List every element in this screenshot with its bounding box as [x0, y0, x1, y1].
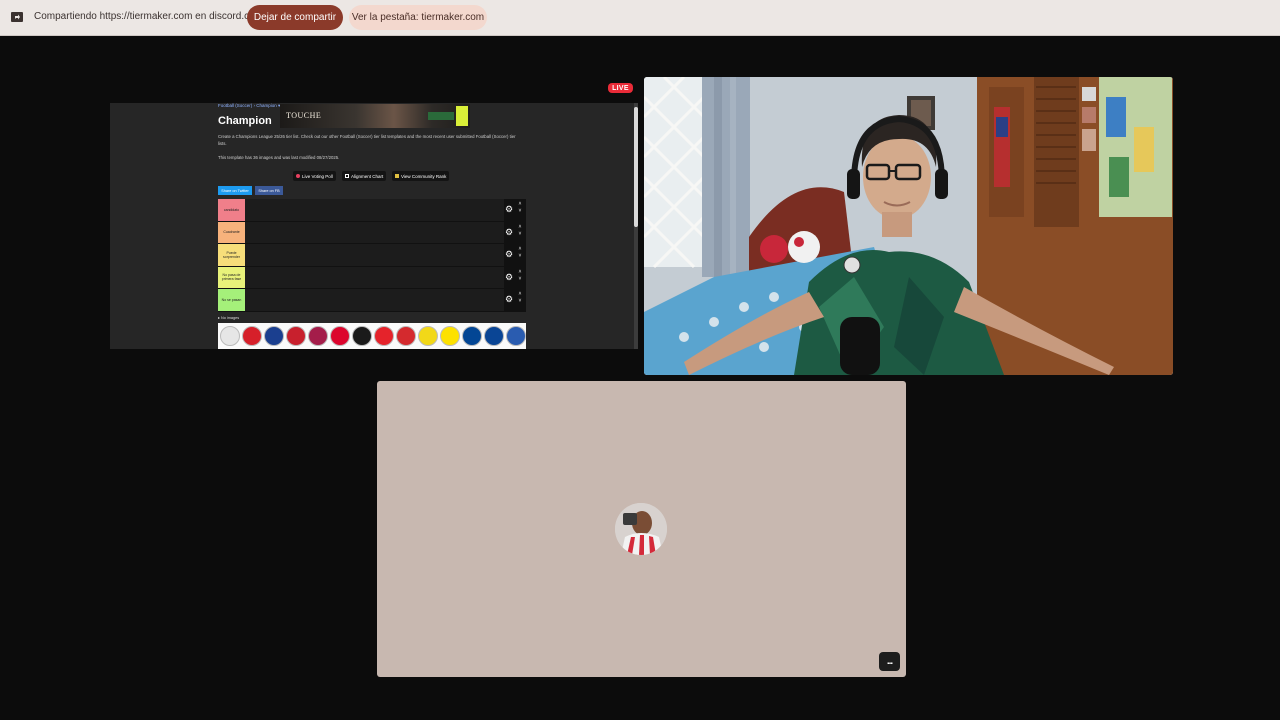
tier-label[interactable]: No pasa de primera fase: [218, 266, 245, 288]
screen-share-icon: [11, 12, 23, 22]
camera-video-tile[interactable]: [644, 77, 1173, 375]
live-voting-poll-button[interactable]: Live Voting Poll: [293, 171, 336, 181]
ad-product-image: [456, 106, 468, 126]
atletico-logo[interactable]: [286, 326, 306, 346]
tier-controls: ⚙ ˄ ˅: [504, 266, 526, 288]
tier-controls: ⚙ ˄ ˅: [504, 244, 526, 266]
brugge-logo[interactable]: [484, 326, 504, 346]
move-arrows-icon[interactable]: ˄ ˅: [516, 246, 524, 260]
chelsea-logo[interactable]: [462, 326, 482, 346]
tier-label[interactable]: Puede sorprender: [218, 244, 245, 266]
gear-icon[interactable]: ⚙: [505, 272, 513, 282]
ad-brand-logo: TOUCHE: [286, 111, 322, 120]
tier-row[interactable]: No pasa de primera fase ⚙ ˄ ˅: [218, 266, 526, 289]
breadcrumb[interactable]: Football (Soccer) › Champion ▾: [218, 103, 280, 109]
bodo-logo[interactable]: [418, 326, 438, 346]
tier-label[interactable]: Cuadrante: [218, 221, 245, 243]
tier-row[interactable]: Puede sorprender ⚙ ˄ ˅: [218, 244, 526, 267]
screen-share-tile[interactable]: Football (Soccer) › Champion ▾ Champion …: [110, 103, 638, 349]
avatar-image: [615, 503, 667, 555]
template-info: This template has 36 images and was last…: [218, 155, 340, 160]
view-community-rank-label: View Community Rank: [401, 173, 447, 179]
logo-strip: [218, 323, 526, 349]
arsenal-logo[interactable]: [242, 326, 262, 346]
barcelona-logo[interactable]: [308, 326, 328, 346]
tier-row[interactable]: candidato ⚙ ˄ ˅: [218, 199, 526, 222]
more-options-button[interactable]: ...: [879, 652, 900, 671]
sharing-status-text: Compartiendo https://tiermaker.com en di…: [34, 11, 263, 22]
bilbao-logo[interactable]: [396, 326, 416, 346]
tier-label[interactable]: candidato: [218, 199, 245, 221]
move-arrows-icon[interactable]: ˄ ˅: [516, 224, 524, 238]
stop-sharing-button[interactable]: Dejar de compartir: [247, 5, 343, 30]
view-community-rank-button[interactable]: View Community Rank: [392, 171, 450, 181]
dortmund-logo[interactable]: [440, 326, 460, 346]
tier-controls: ⚙ ˄ ˅: [504, 221, 526, 243]
tier-label[interactable]: No se pasan: [218, 289, 245, 311]
view-tab-button[interactable]: Ver la pestaña: tiermaker.com: [349, 5, 487, 30]
tier-row[interactable]: Cuadrante ⚙ ˄ ˅: [218, 221, 526, 244]
tier-controls: ⚙ ˄ ˅: [504, 199, 526, 221]
page-title: Champion: [218, 115, 272, 127]
gear-icon[interactable]: ⚙: [505, 249, 513, 259]
move-arrows-icon[interactable]: ˄ ˅: [516, 269, 524, 283]
participant-avatar[interactable]: [615, 503, 667, 555]
gear-icon[interactable]: ⚙: [505, 227, 513, 237]
move-arrows-icon[interactable]: ˄ ˅: [516, 201, 524, 215]
alignment-chart-label: Alignment Chart: [351, 173, 384, 179]
rank-icon: [395, 174, 399, 178]
voice-participant-tile[interactable]: ...: [377, 381, 906, 677]
screen-share-bar: Compartiendo https://tiermaker.com en di…: [0, 0, 1280, 36]
tier-row[interactable]: No se pasan ⚙ ˄ ˅: [218, 289, 526, 312]
benfica-logo[interactable]: [374, 326, 394, 346]
template-description: Create a Champions League 25/26 tier lis…: [218, 134, 516, 146]
leverkusen-logo[interactable]: [352, 326, 372, 346]
live-voting-poll-label: Live Voting Poll: [302, 173, 333, 179]
ad-cta[interactable]: [428, 112, 454, 120]
atalanta-logo[interactable]: [264, 326, 284, 346]
grid-icon: [345, 174, 349, 178]
poll-icon: [296, 174, 300, 178]
camera-video-frame: [644, 77, 1173, 375]
scrollbar[interactable]: [634, 103, 638, 349]
move-arrows-icon[interactable]: ˄ ˅: [516, 291, 524, 305]
bayern-logo[interactable]: [330, 326, 350, 346]
scrollbar-thumb[interactable]: [634, 107, 638, 227]
share-fb-button[interactable]: Share on FB: [255, 186, 283, 195]
copenhagen-logo[interactable]: [506, 326, 526, 346]
share-twitter-button[interactable]: Share on Twitter: [218, 186, 252, 195]
alignment-chart-button[interactable]: Alignment Chart: [342, 171, 387, 181]
ajax-logo[interactable]: [220, 326, 240, 346]
ad-banner[interactable]: TOUCHE: [280, 104, 470, 128]
images-label: ▸ No images: [218, 316, 240, 320]
tier-controls: ⚙ ˄ ˅: [504, 289, 526, 311]
tier-list: candidato ⚙ ˄ ˅ Cuadrante ⚙ ˄ ˅ Puede sorp…: [218, 199, 526, 312]
gear-icon[interactable]: ⚙: [505, 294, 513, 304]
gear-icon[interactable]: ⚙: [505, 204, 513, 214]
live-badge: LIVE: [608, 83, 633, 93]
